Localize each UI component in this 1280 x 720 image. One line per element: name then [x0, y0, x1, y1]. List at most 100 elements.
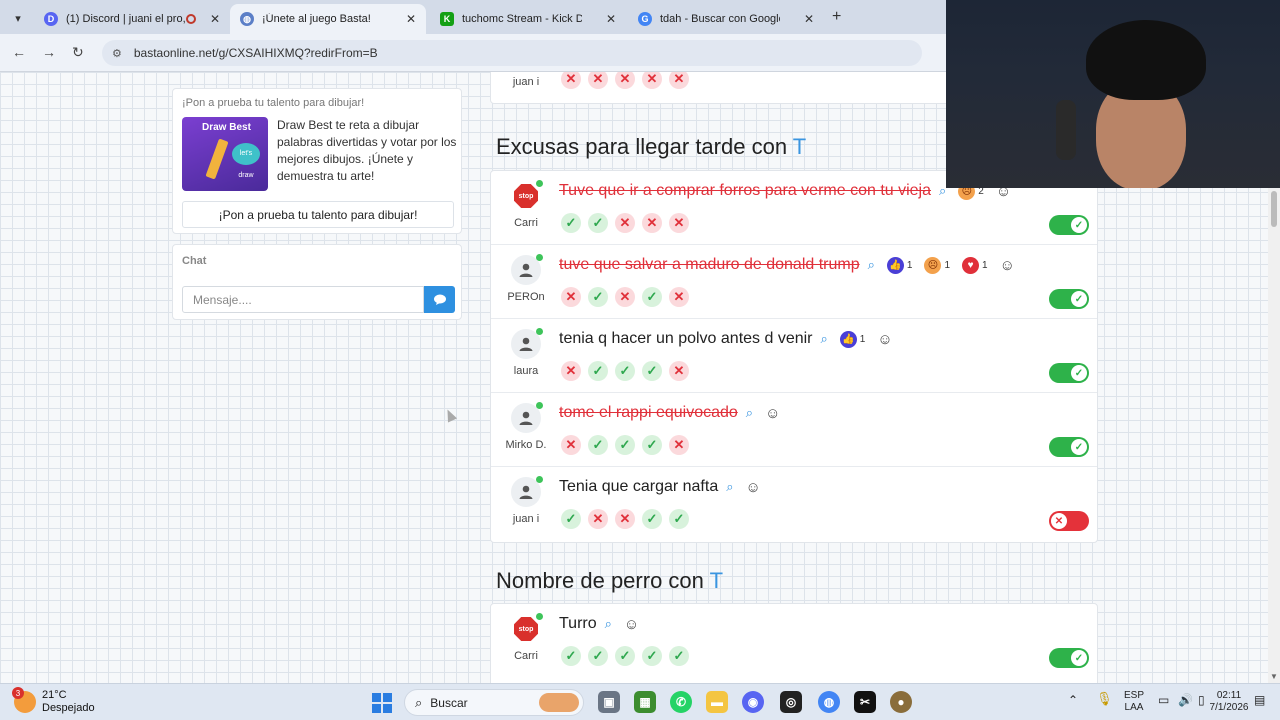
answer-valid-toggle[interactable]: ✓: [1049, 215, 1089, 235]
vote-reject-icon[interactable]: ✕: [615, 287, 635, 307]
vote-reject-icon[interactable]: ✕: [588, 509, 608, 529]
network-icon[interactable]: ▭: [1158, 694, 1169, 706]
reaction-heart[interactable]: ♥ 1: [962, 256, 988, 274]
show-hidden-icons[interactable]: ⌃: [1068, 694, 1078, 706]
forward-icon[interactable]: →: [42, 44, 56, 60]
language-indicator[interactable]: ESP LAA: [1124, 690, 1144, 714]
clock[interactable]: 02:11 7/1/2026: [1206, 690, 1252, 714]
answer-valid-toggle[interactable]: ✓: [1049, 289, 1089, 309]
answer-valid-toggle[interactable]: ✓: [1049, 648, 1089, 668]
tab-search-icon[interactable]: ▾: [8, 8, 28, 28]
vote-reject-icon[interactable]: ✕: [669, 72, 689, 89]
tab-discord[interactable]: D (1) Discord | juani el pro, Lo ✕: [34, 4, 230, 34]
chrome-icon[interactable]: ◍: [818, 691, 840, 713]
vote-reject-icon[interactable]: ✕: [561, 287, 581, 307]
vote-reject-icon[interactable]: ✕: [615, 72, 635, 89]
vote-reject-icon[interactable]: ✕: [642, 213, 662, 233]
chat-input[interactable]: Mensaje....: [182, 286, 424, 313]
vote-accept-icon[interactable]: ✓: [642, 361, 662, 381]
vote-accept-icon[interactable]: ✓: [642, 509, 662, 529]
scrollbar-thumb[interactable]: [1271, 191, 1277, 227]
send-message-button[interactable]: [424, 286, 455, 313]
vote-reject-icon[interactable]: ✕: [615, 509, 635, 529]
tab-kick[interactable]: K tuchomc Stream - Kick Dashbo ✕: [430, 4, 626, 34]
close-tab-icon[interactable]: ✕: [406, 12, 416, 26]
vote-reject-icon[interactable]: ✕: [561, 435, 581, 455]
vote-accept-icon[interactable]: ✓: [588, 213, 608, 233]
battery-icon[interactable]: ▯: [1198, 694, 1205, 706]
search-answer-icon[interactable]: ⌕: [821, 331, 828, 347]
vote-accept-icon[interactable]: ✓: [669, 646, 689, 666]
vote-reject-icon[interactable]: ✕: [669, 213, 689, 233]
file-explorer-icon[interactable]: ▬: [706, 691, 728, 713]
vote-accept-icon[interactable]: ✓: [561, 213, 581, 233]
vote-reject-icon[interactable]: ✕: [669, 287, 689, 307]
answer-valid-toggle[interactable]: ✓: [1049, 363, 1089, 383]
vote-accept-icon[interactable]: ✓: [615, 646, 635, 666]
task-view-icon[interactable]: ▣: [598, 691, 620, 713]
vote-accept-icon[interactable]: ✓: [588, 287, 608, 307]
vote-accept-icon[interactable]: ✓: [588, 646, 608, 666]
site-info-icon[interactable]: ⚙: [112, 47, 122, 60]
taskbar-search[interactable]: ⌕ Buscar: [404, 689, 584, 716]
close-tab-icon[interactable]: ✕: [804, 12, 814, 26]
vote-reject-icon[interactable]: ✕: [642, 72, 662, 89]
draw-best-thumbnail[interactable]: Draw Best let's draw: [182, 117, 268, 191]
back-icon[interactable]: ←: [12, 44, 26, 60]
add-reaction-icon[interactable]: ☺: [624, 616, 639, 633]
reaction-thumbs-up[interactable]: 👍 1: [886, 256, 912, 274]
search-answer-icon[interactable]: ⌕: [605, 616, 612, 632]
tab-basta[interactable]: ◍ ¡Únete al juego Basta! ✕: [230, 4, 426, 34]
close-tab-icon[interactable]: ✕: [210, 12, 220, 26]
microphone-icon[interactable]: 🎙: [1096, 692, 1113, 705]
minecraft-icon[interactable]: ▦: [634, 691, 656, 713]
whatsapp-icon[interactable]: ✆: [670, 691, 692, 713]
search-answer-icon[interactable]: ⌕: [868, 257, 875, 273]
obs-icon[interactable]: ◎: [780, 691, 802, 713]
game-app-icon[interactable]: ●: [890, 691, 912, 713]
vote-accept-icon[interactable]: ✓: [669, 509, 689, 529]
close-tab-icon[interactable]: ✕: [606, 12, 616, 26]
vote-accept-icon[interactable]: ✓: [642, 646, 662, 666]
vote-accept-icon[interactable]: ✓: [588, 361, 608, 381]
vote-reject-icon[interactable]: ✕: [615, 213, 635, 233]
vote-accept-icon[interactable]: ✓: [588, 435, 608, 455]
reaction-angry[interactable]: ☹ 1: [924, 256, 950, 274]
weather-widget[interactable]: 3 21°C Despejado: [12, 687, 95, 715]
reload-icon[interactable]: ↻: [72, 44, 84, 61]
vote-accept-icon[interactable]: ✓: [615, 435, 635, 455]
vote-reject-icon[interactable]: ✕: [669, 435, 689, 455]
search-answer-icon[interactable]: ⌕: [726, 479, 733, 495]
category-title: Nombre de perro con T: [496, 568, 724, 593]
answer-valid-toggle[interactable]: ✓: [1049, 437, 1089, 457]
add-reaction-icon[interactable]: ☺: [746, 479, 761, 496]
answer-valid-toggle[interactable]: ✕: [1049, 511, 1089, 531]
promo-button[interactable]: ¡Pon a prueba tu talento para dibujar!: [182, 201, 454, 228]
vote-accept-icon[interactable]: ✓: [642, 287, 662, 307]
start-icon[interactable]: [372, 693, 392, 713]
vote-reject-icon[interactable]: ✕: [561, 361, 581, 381]
new-tab-icon[interactable]: +: [832, 8, 841, 26]
url-field[interactable]: ⚙ bastaonline.net/g/CXSAIHIXMQ?redirFrom…: [102, 40, 922, 66]
vote-reject-icon[interactable]: ✕: [561, 72, 581, 89]
add-reaction-icon[interactable]: ☺: [877, 331, 892, 348]
tab-google[interactable]: G tdah - Buscar con Google ✕: [628, 4, 824, 34]
notifications-icon[interactable]: ▤: [1254, 694, 1265, 706]
vote-reject-icon[interactable]: ✕: [669, 361, 689, 381]
search-answer-icon[interactable]: ⌕: [746, 405, 753, 421]
vote-accept-icon[interactable]: ✓: [561, 509, 581, 529]
vote-reject-icon[interactable]: ✕: [588, 72, 608, 89]
add-reaction-icon[interactable]: ☺: [1000, 257, 1015, 274]
reaction-thumbs-up[interactable]: 👍 1: [839, 330, 865, 348]
volume-icon[interactable]: 🔊: [1178, 694, 1193, 706]
online-status-dot: [536, 254, 543, 261]
capcut-icon[interactable]: ✂: [854, 691, 876, 713]
page-scrollbar[interactable]: ▲ ▼: [1268, 178, 1280, 683]
vote-accept-icon[interactable]: ✓: [642, 435, 662, 455]
scroll-down-icon[interactable]: ▼: [1270, 672, 1278, 681]
add-reaction-icon[interactable]: ☺: [765, 405, 780, 422]
vote-group: ✓ ✓ ✓ ✓ ✓: [561, 646, 689, 666]
vote-accept-icon[interactable]: ✓: [561, 646, 581, 666]
vote-accept-icon[interactable]: ✓: [615, 361, 635, 381]
discord-app-icon[interactable]: ◉: [742, 691, 764, 713]
